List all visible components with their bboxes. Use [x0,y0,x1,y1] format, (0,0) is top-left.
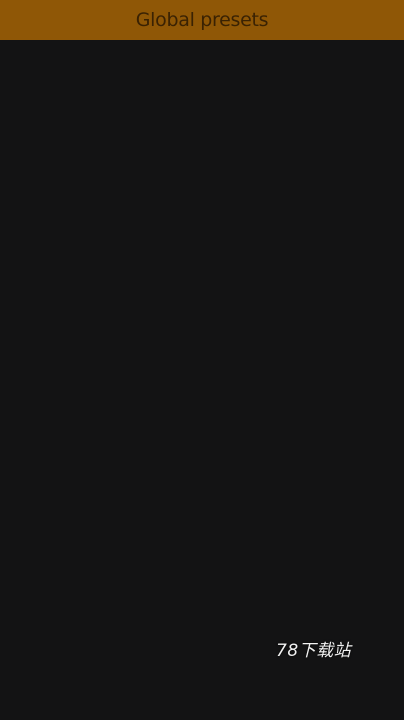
watermark: 78下载站 [276,641,352,661]
page-title: Global presets [135,9,269,31]
app-screen: Global presets 78下载站 [0,0,404,720]
title-bar: Global presets [0,0,404,40]
presets-list-area [0,40,404,720]
